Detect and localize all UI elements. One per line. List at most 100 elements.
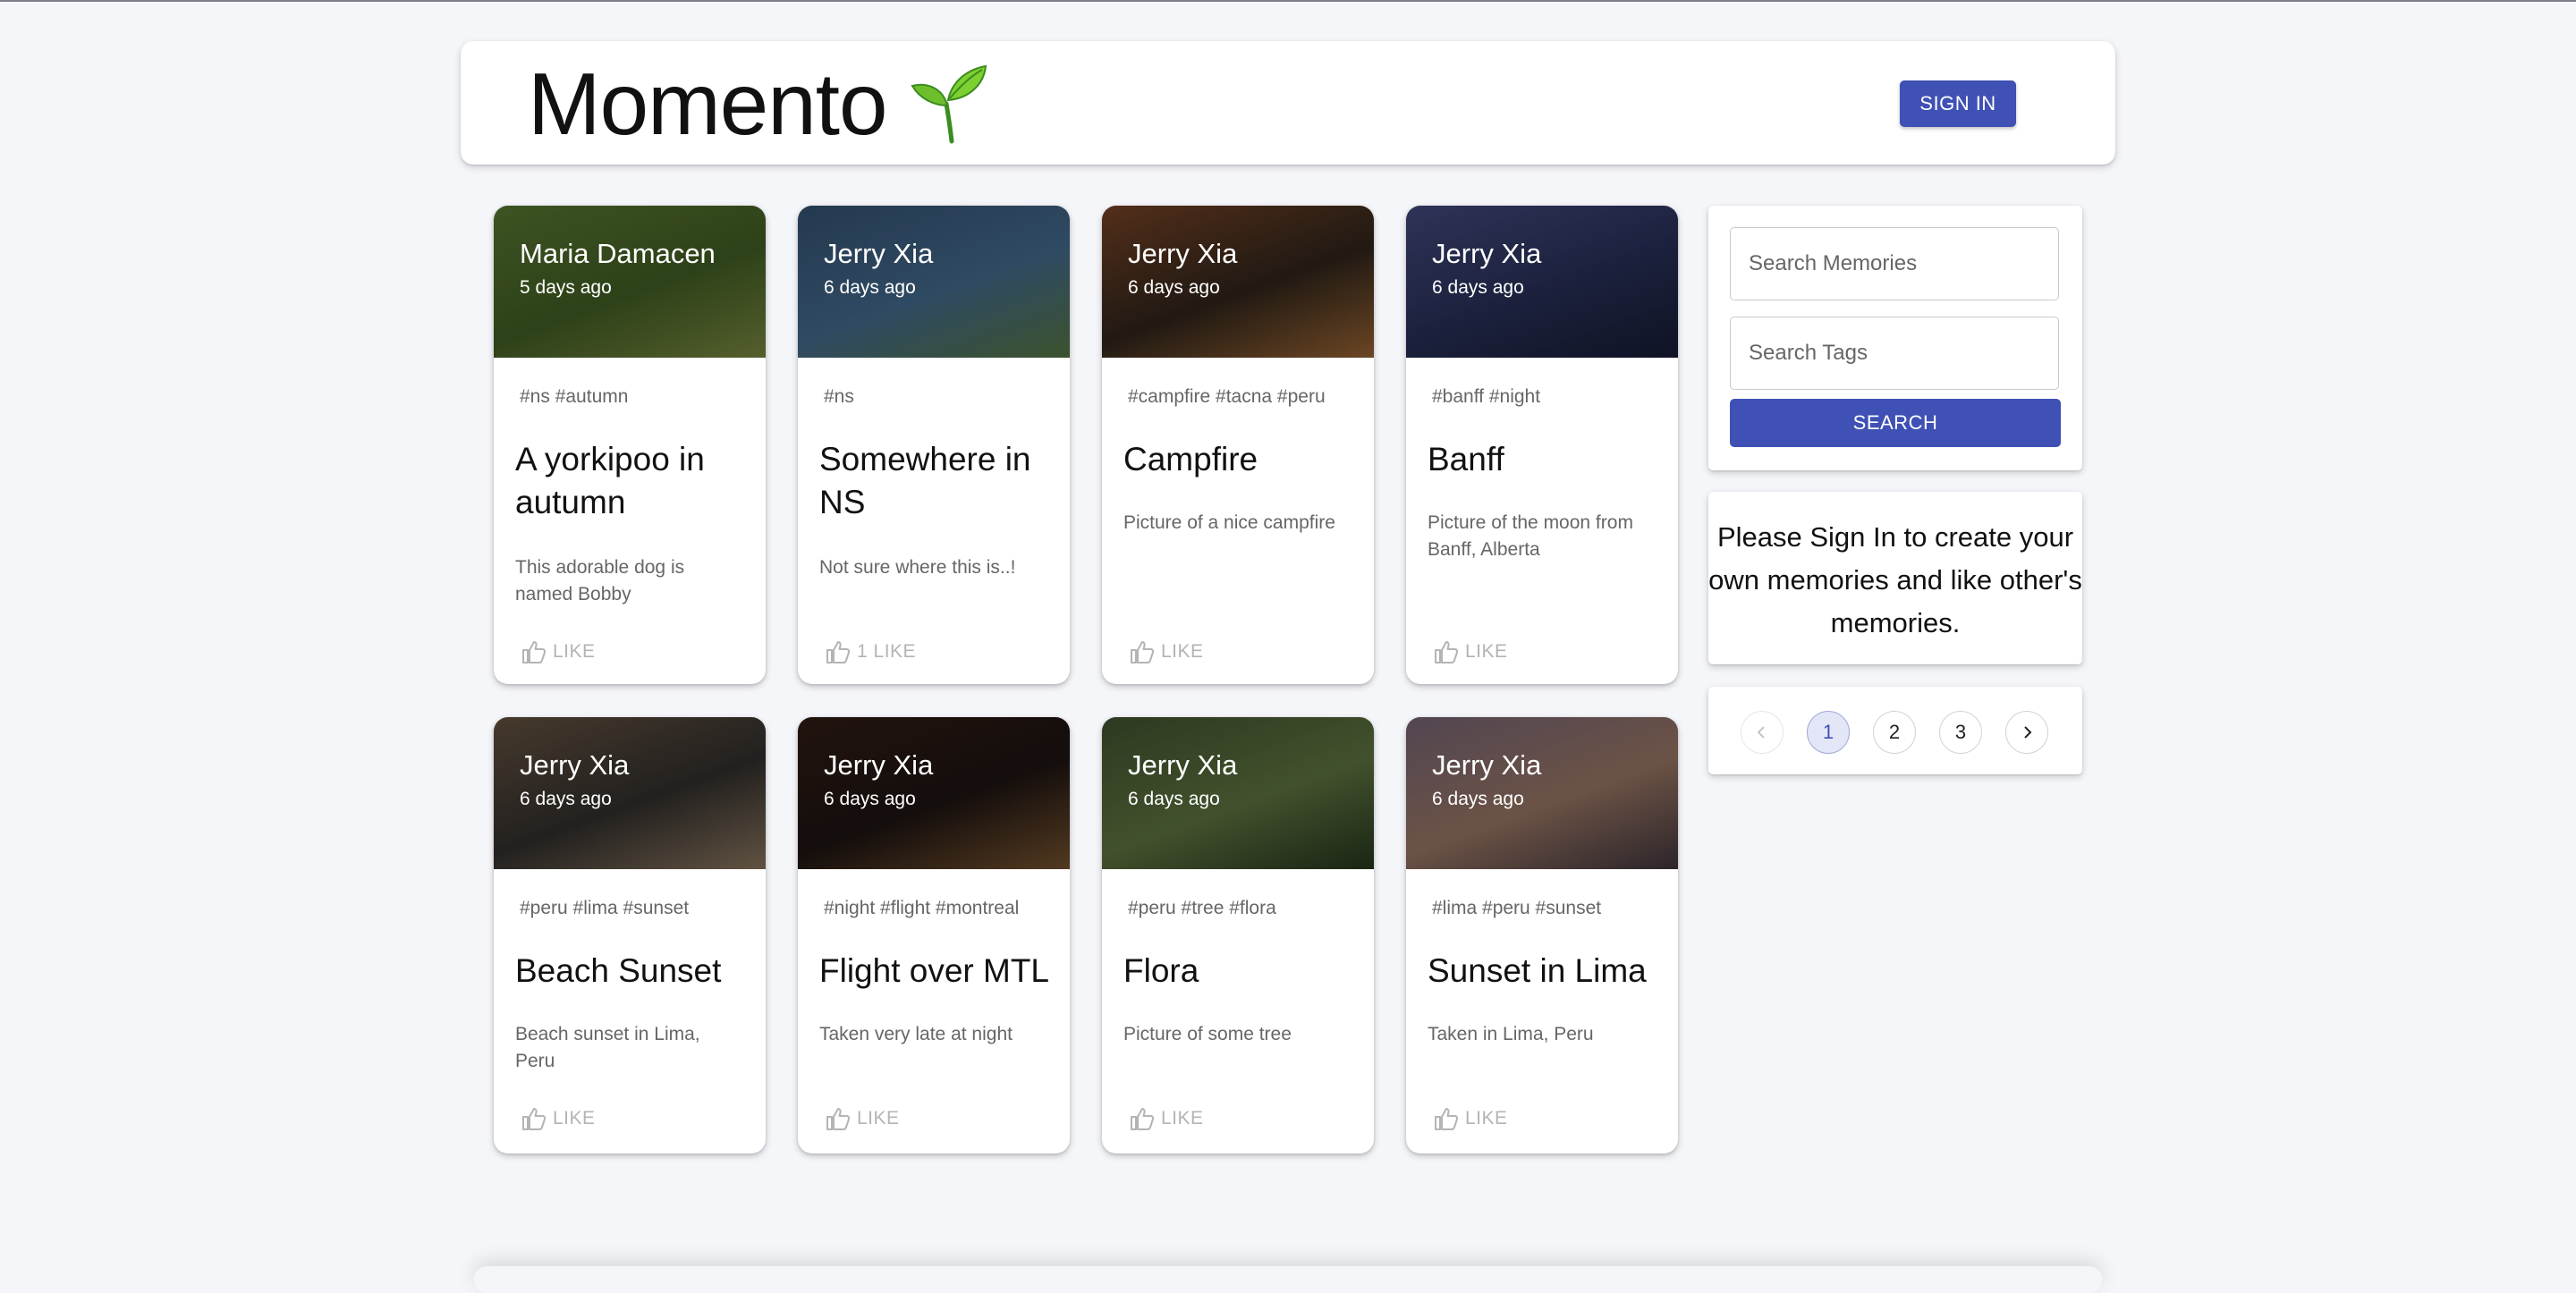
like-button[interactable]: LIKE	[1433, 1105, 1508, 1132]
signin-notice: Please Sign In to create your own memori…	[1708, 492, 2082, 664]
memory-description: Beach sunset in Lima, Peru	[515, 1024, 700, 1071]
memory-description: This adorable dog is named Bobby	[515, 557, 685, 604]
pagination-prev-button[interactable]	[1741, 711, 1784, 754]
pagination-page-3[interactable]: 3	[1939, 711, 1982, 754]
memory-tags: #campfire #tacna #peru	[1128, 386, 1326, 407]
search-tags-input[interactable]	[1730, 317, 2059, 390]
memory-author: Jerry Xia	[1432, 749, 1542, 781]
app-header: Momento SIGN IN	[461, 41, 2115, 165]
memory-card[interactable]: Maria Damacen 5 days ago #ns #autumn A y…	[494, 206, 766, 684]
memory-card[interactable]: Jerry Xia 6 days ago #peru #lima #sunset…	[494, 717, 766, 1154]
memory-time: 6 days ago	[520, 789, 612, 809]
memory-description: Not sure where this is..!	[819, 557, 1016, 578]
brand-logo[interactable]: Momento	[528, 57, 989, 150]
memory-title: Banff	[1428, 441, 1504, 477]
like-button[interactable]: LIKE	[1433, 638, 1508, 665]
memory-time: 6 days ago	[1128, 789, 1220, 809]
memory-author: Jerry Xia	[1432, 238, 1542, 269]
memory-card[interactable]: Jerry Xia 6 days ago #lima #peru #sunset…	[1406, 717, 1678, 1154]
memory-time: 6 days ago	[824, 789, 916, 809]
memory-image[interactable]: Jerry Xia 6 days ago	[798, 717, 1070, 869]
like-button[interactable]: LIKE	[1129, 1105, 1204, 1132]
memory-time: 6 days ago	[824, 277, 916, 298]
thumb-up-icon	[826, 1108, 851, 1130]
memory-card[interactable]: Jerry Xia 6 days ago #night #flight #mon…	[798, 717, 1070, 1154]
memory-time: 5 days ago	[520, 277, 612, 298]
memory-card[interactable]: Jerry Xia 6 days ago #campfire #tacna #p…	[1102, 206, 1374, 684]
pagination-page-1[interactable]: 1	[1807, 711, 1850, 754]
memory-description: Taken very late at night	[819, 1024, 1013, 1044]
memory-time: 6 days ago	[1128, 277, 1220, 298]
memory-card[interactable]: Jerry Xia 6 days ago #ns Somewhere in NS…	[798, 206, 1070, 684]
memory-author: Jerry Xia	[1128, 749, 1238, 781]
memory-author: Jerry Xia	[1128, 238, 1238, 269]
memory-title: Flight over MTL	[819, 952, 1050, 989]
pagination-next-button[interactable]	[2005, 711, 2048, 754]
memory-description: Picture of some tree	[1123, 1024, 1292, 1044]
memory-title: Sunset in Lima	[1428, 952, 1647, 989]
like-label: LIKE	[1161, 641, 1204, 662]
memory-title: Flora	[1123, 952, 1199, 989]
like-button[interactable]: LIKE	[1129, 638, 1204, 665]
memory-description: Picture of the moon from Banff, Alberta	[1428, 512, 1633, 560]
like-button[interactable]: LIKE	[521, 1105, 596, 1132]
memory-image[interactable]: Jerry Xia 6 days ago	[1102, 717, 1374, 869]
sprout-icon	[910, 64, 987, 144]
memory-image[interactable]: Jerry Xia 6 days ago	[1406, 206, 1678, 358]
signin-notice-text: Please Sign In to create your own memori…	[1708, 521, 2082, 638]
thumb-up-icon	[1131, 641, 1155, 663]
like-label: LIKE	[857, 1108, 900, 1128]
footer-shadow	[474, 1266, 2102, 1293]
search-button[interactable]: SEARCH	[1730, 399, 2061, 447]
pagination: 1 2 3	[1708, 687, 2082, 774]
memory-image[interactable]: Jerry Xia 6 days ago	[1102, 206, 1374, 358]
memory-time: 6 days ago	[1432, 277, 1524, 298]
memory-author: Jerry Xia	[520, 749, 630, 781]
chevron-left-icon	[1757, 726, 1765, 739]
memory-description: Taken in Lima, Peru	[1428, 1024, 1594, 1044]
memory-title: A yorkipoo in autumn	[515, 441, 705, 520]
pagination-page-2[interactable]: 2	[1873, 711, 1916, 754]
like-label: LIKE	[1465, 1108, 1508, 1128]
search-memories-input[interactable]	[1730, 227, 2059, 300]
like-button[interactable]: LIKE	[521, 638, 596, 665]
memory-author: Jerry Xia	[824, 749, 934, 781]
memory-tags: #banff #night	[1432, 386, 1541, 407]
memory-title: Somewhere in NS	[819, 441, 1031, 520]
thumb-up-icon	[522, 641, 547, 663]
memory-title: Campfire	[1123, 441, 1258, 477]
window-top-border	[0, 0, 2576, 2]
search-panel: SEARCH	[1708, 206, 2082, 470]
memory-tags: #ns	[824, 386, 854, 407]
thumb-up-icon	[1435, 641, 1459, 663]
memory-tags: #peru #lima #sunset	[520, 898, 690, 918]
like-label: LIKE	[1465, 641, 1508, 662]
like-button[interactable]: 1 LIKE	[825, 638, 916, 665]
memory-image[interactable]: Jerry Xia 6 days ago	[798, 206, 1070, 358]
memory-image[interactable]: Maria Damacen 5 days ago	[494, 206, 766, 358]
thumb-up-icon	[522, 1108, 547, 1130]
thumb-up-icon	[1435, 1108, 1459, 1130]
sign-in-button[interactable]: SIGN IN	[1900, 80, 2016, 127]
memory-card[interactable]: Jerry Xia 6 days ago #peru #tree #flora …	[1102, 717, 1374, 1154]
memory-time: 6 days ago	[1432, 789, 1524, 809]
like-label: LIKE	[553, 1108, 596, 1128]
memory-author: Jerry Xia	[824, 238, 934, 269]
memory-tags: #peru #tree #flora	[1128, 898, 1276, 918]
memory-image[interactable]: Jerry Xia 6 days ago	[1406, 717, 1678, 869]
like-label: LIKE	[1161, 1108, 1204, 1128]
memory-card[interactable]: Jerry Xia 6 days ago #banff #night Banff…	[1406, 206, 1678, 684]
like-label: LIKE	[553, 641, 596, 662]
thumb-up-icon	[1131, 1108, 1155, 1130]
like-label: 1 LIKE	[857, 641, 917, 662]
memory-image[interactable]: Jerry Xia 6 days ago	[494, 717, 766, 869]
like-button[interactable]: LIKE	[825, 1105, 900, 1132]
brand-name: Momento	[528, 55, 888, 153]
memory-tags: #night #flight #montreal	[824, 898, 1020, 918]
thumb-up-icon	[826, 641, 851, 663]
memory-description: Picture of a nice campfire	[1123, 512, 1335, 533]
memory-tags: #lima #peru #sunset	[1432, 898, 1602, 918]
memory-author: Maria Damacen	[520, 238, 716, 269]
memory-tags: #ns #autumn	[520, 386, 629, 407]
chevron-right-icon	[2024, 726, 2032, 739]
